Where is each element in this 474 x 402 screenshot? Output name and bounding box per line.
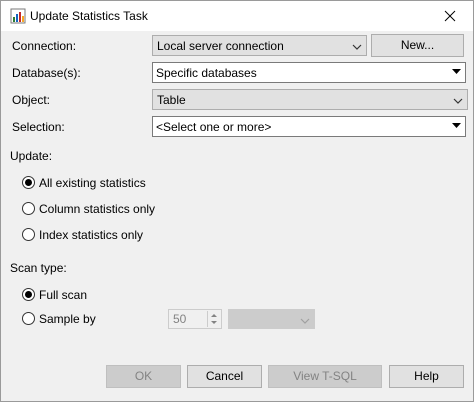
- update-label: Update:: [10, 149, 53, 163]
- radio-button[interactable]: [22, 176, 35, 189]
- radio-label: Index statistics only: [39, 228, 144, 242]
- connection-value: Local server connection: [157, 39, 284, 53]
- object-value: Table: [157, 93, 186, 107]
- databases-select[interactable]: Specific databases: [152, 62, 466, 83]
- new-connection-button[interactable]: New...: [371, 34, 464, 57]
- sample-unit-select[interactable]: [228, 309, 315, 329]
- view-tsql-button[interactable]: View T-SQL: [268, 365, 382, 388]
- cancel-button[interactable]: Cancel: [187, 365, 262, 388]
- radio-full-scan[interactable]: Full scan: [22, 287, 112, 303]
- radio-button[interactable]: [22, 228, 35, 241]
- chevron-down-icon: [352, 41, 362, 50]
- databases-value: Specific databases: [156, 66, 257, 80]
- chevron-down-icon: [300, 315, 310, 329]
- radio-selected-dot: [25, 291, 32, 298]
- bar-chart-icon: [10, 8, 26, 24]
- radio-selected-dot: [25, 179, 32, 186]
- selection-value: <Select one or more>: [156, 120, 272, 134]
- window-title: Update Statistics Task: [30, 9, 148, 23]
- databases-label: Database(s):: [12, 66, 81, 80]
- radio-all-existing-statistics[interactable]: All existing statistics: [22, 175, 152, 191]
- close-icon[interactable]: [427, 1, 473, 31]
- object-select[interactable]: Table: [152, 89, 468, 110]
- connection-select[interactable]: Local server connection: [152, 35, 367, 56]
- selection-select[interactable]: <Select one or more>: [152, 116, 466, 137]
- radio-label: Sample by: [39, 312, 96, 326]
- chevron-down-icon: [453, 95, 463, 104]
- object-label: Object:: [12, 93, 51, 107]
- sample-value: 50: [173, 312, 187, 326]
- chevron-down-icon[interactable]: [447, 63, 465, 82]
- radio-button[interactable]: [22, 202, 35, 215]
- radio-column-statistics-only[interactable]: Column statistics only: [22, 201, 156, 217]
- radio-button[interactable]: [22, 288, 35, 301]
- radio-label: Column statistics only: [39, 202, 156, 216]
- radio-sample-by[interactable]: Sample by: [22, 311, 112, 327]
- stepper-arrows[interactable]: [207, 311, 220, 327]
- radio-label: Full scan: [39, 288, 88, 302]
- chevron-down-icon[interactable]: [447, 117, 465, 136]
- update-statistics-dialog: Update Statistics Task Connection: Local…: [0, 0, 474, 402]
- radio-label: All existing statistics: [39, 176, 146, 190]
- sample-value-stepper[interactable]: 50: [168, 309, 222, 329]
- title-bar: Update Statistics Task: [1, 1, 473, 31]
- connection-label: Connection:: [12, 39, 77, 53]
- help-button[interactable]: Help: [389, 365, 464, 388]
- selection-label: Selection:: [12, 120, 65, 134]
- radio-button[interactable]: [22, 312, 35, 325]
- scan-type-label: Scan type:: [10, 261, 67, 275]
- radio-index-statistics-only[interactable]: Index statistics only: [22, 227, 152, 243]
- ok-button[interactable]: OK: [106, 365, 181, 388]
